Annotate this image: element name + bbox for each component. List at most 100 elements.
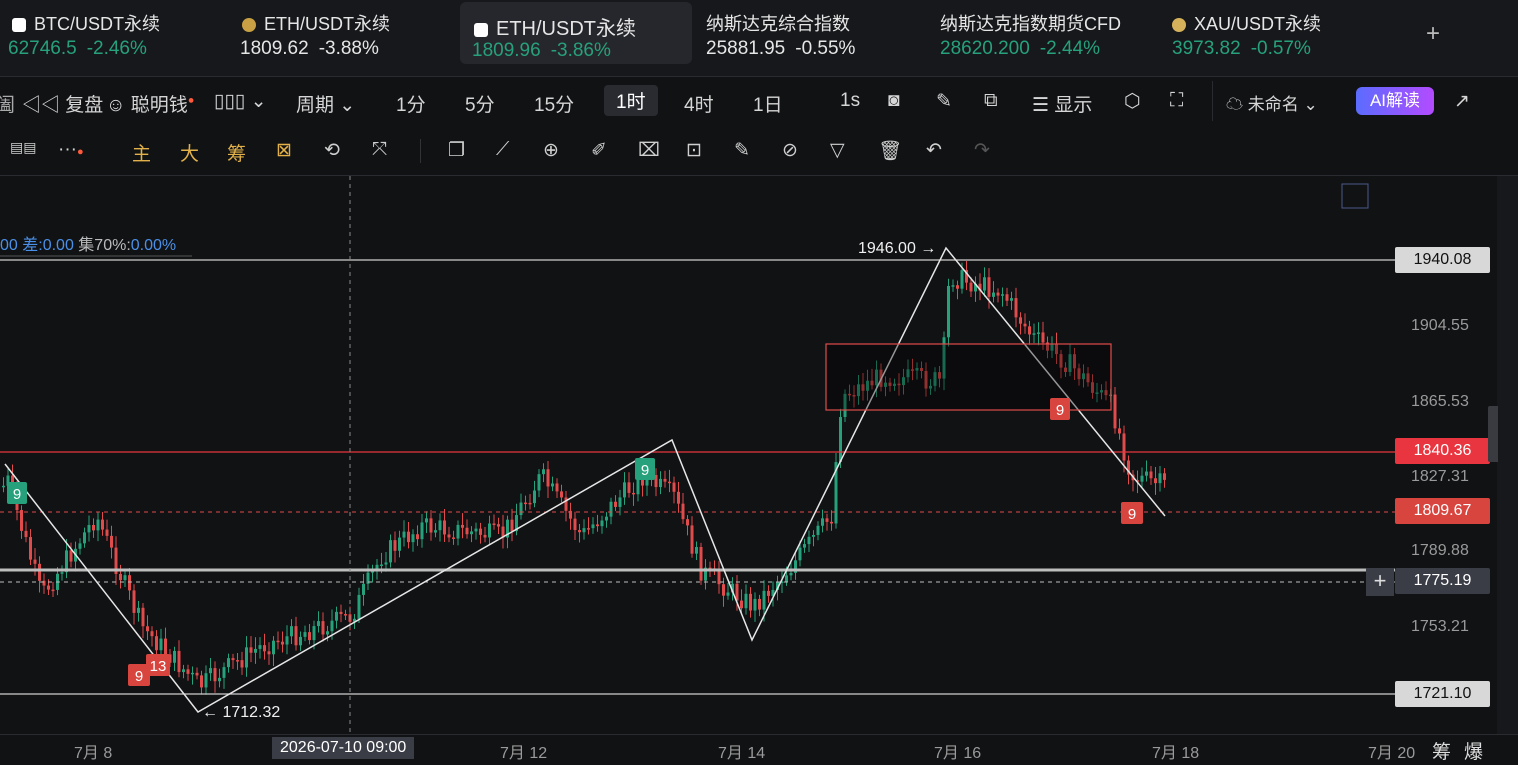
candle-body [672,482,676,492]
redo-icon[interactable]: ↷ [974,139,990,162]
ticker-nasdaq[interactable]: 纳斯达克综合指数 25881.95 -0.55% [700,0,930,76]
ruler-tool-icon[interactable]: ⟋ [496,139,509,161]
period-dropdown[interactable]: 周期 ⌄ [296,90,355,117]
time-axis[interactable]: 7月 8 2026-07-10 09:00 7月 12 7月 14 7月 16 … [0,734,1518,765]
candle-body [461,524,464,528]
ticker-price: 62746.5 [8,38,77,59]
chip-footer-button[interactable]: 筹 [1432,737,1451,764]
td-mark-up: 9 [635,458,655,480]
candle-body [96,519,100,531]
display-button[interactable]: ☰ 显示 [1032,90,1092,117]
interval-4h[interactable]: 4时 [684,90,714,117]
measure-icon[interactable]: ⤧ [372,139,387,161]
ticker-eth-active[interactable]: ETH/USDT永续 1809.96 -3.86% [460,2,692,64]
pencil-icon[interactable]: ✎ [936,90,952,113]
candle-body [317,621,320,627]
candle-body [456,524,460,539]
time-tick: 7月 20 [1368,745,1416,762]
sync-icon[interactable]: ⟲ [324,139,340,162]
interval-15m[interactable]: 15分 [534,90,574,117]
candle-body [182,669,185,673]
main-chart-toggle[interactable]: 主 [132,139,151,166]
ticker-name: XAU/USDT永续 [1194,14,1322,34]
candle-body [816,525,820,535]
ticker-xau[interactable]: XAU/USDT永续 3973.82 -0.57% [1168,0,1388,76]
candle-body [555,483,559,492]
magnet-icon[interactable]: ⊘ [782,139,798,162]
smart-money-icon: ☺ [106,95,131,116]
lock-icon[interactable]: ⊡ [686,139,702,162]
candles-icon: ▯▯▯ ⌄ [214,91,267,112]
candle-body [677,491,680,504]
camera-icon[interactable]: ◙ [888,90,899,112]
candle-body [119,573,122,581]
undo-icon[interactable]: ↶ [926,139,942,162]
candle-body [722,584,725,596]
candle-body [249,647,253,653]
share-icon[interactable]: ↗ [1454,90,1470,113]
candle-body [1037,332,1040,334]
candle-body [1010,298,1013,301]
candle-body [767,590,770,596]
eraser-icon[interactable]: ✐ [591,139,607,162]
ticker-eth-1[interactable]: ETH/USDT永续 1809.62 -3.88% [236,0,456,76]
chip-toggle[interactable]: 筹 [227,139,246,166]
fullscreen-icon[interactable]: ⛶ [1170,90,1183,112]
ticker-name: ETH/USDT永续 [264,14,390,34]
interval-5m[interactable]: 5分 [465,90,495,117]
collapse-icon[interactable] [1341,183,1369,209]
ticker-change: -0.57% [1250,38,1311,59]
ticker-change: -2.46% [86,38,147,59]
ticker-change: -2.44% [1039,38,1101,59]
hide-drawings-icon[interactable]: ⌧ [638,139,660,162]
td-mark-down: 9 [1050,398,1070,420]
magic-tool-icon[interactable]: ⊠ [276,139,292,162]
big-order-toggle[interactable]: 大 [180,139,199,166]
svg-text:9: 9 [641,462,649,479]
candle-body [321,621,325,635]
add-window-icon[interactable]: ⧉ [984,90,998,112]
edit-note-icon[interactable]: ✎ [734,139,750,162]
candle-body [447,534,451,538]
time-tick: 7月 8 [74,745,113,762]
ticker-btc[interactable]: BTC/USDT永续 62746.5 -2.46% [0,0,230,76]
price-axis[interactable]: 1940.08 1904.55 1865.53 1840.36 1827.31 … [1395,176,1493,734]
panel-toggle-handle[interactable] [1488,406,1498,462]
add-ticker-icon[interactable]: + [1426,20,1440,48]
candle-body [470,531,473,535]
indicator-button[interactable]: ▯▯▯ ⌄ [214,90,267,113]
candle-body [573,518,577,531]
ticker-change: -3.88% [318,38,379,59]
ticker-nasdaq-cfd[interactable]: 纳斯达克指数期货CFD 28620.200 -2.44% [934,0,1164,76]
price-tag-marked: 1840.36 [1395,438,1490,464]
candle-body [618,497,622,507]
interval-1m[interactable]: 1分 [396,90,426,117]
candle-body [150,631,154,637]
settings-icon[interactable]: ⬡ [1124,90,1141,113]
interval-1s[interactable]: 1s [840,90,860,112]
more-icon[interactable]: ···● [58,139,84,161]
price-chart[interactable]: 9 9 13 9 9 9 1946.00 → ← 1712.32 00 差:0.… [0,176,1395,734]
ai-analysis-button[interactable]: AI解读 [1356,87,1434,115]
zoom-in-icon[interactable]: ⊕ [543,139,559,162]
ruler-icon[interactable]: ▤▤ [10,139,36,156]
candle-body [294,626,298,646]
trash-icon[interactable]: 🗑 [878,139,902,163]
rewind-icon: ◁◁ [22,95,66,116]
right-scrollbar[interactable] [1497,176,1518,734]
candle-body [591,524,595,529]
layout-name-dropdown[interactable]: ☁ 未命名 ⌄ [1226,90,1318,115]
replay-button[interactable]: ◁◁ 复盘 [22,90,103,117]
copy-icon[interactable]: ❐ [448,139,465,162]
candle-body [1001,294,1004,296]
liquidation-footer-button[interactable]: 爆 [1464,737,1483,764]
interval-1h[interactable]: 1时 [604,85,658,116]
filter-icon[interactable]: ▽ [830,139,845,162]
add-alert-plus-icon[interactable]: + [1366,568,1394,596]
chevron-down-icon: ⌄ [339,95,356,116]
candle-body [416,534,419,540]
candle-body [272,640,275,655]
smart-money-button[interactable]: ☺ 聪明钱● [106,90,194,117]
interval-1d[interactable]: 1日 [753,90,783,117]
candle-body [605,516,608,521]
